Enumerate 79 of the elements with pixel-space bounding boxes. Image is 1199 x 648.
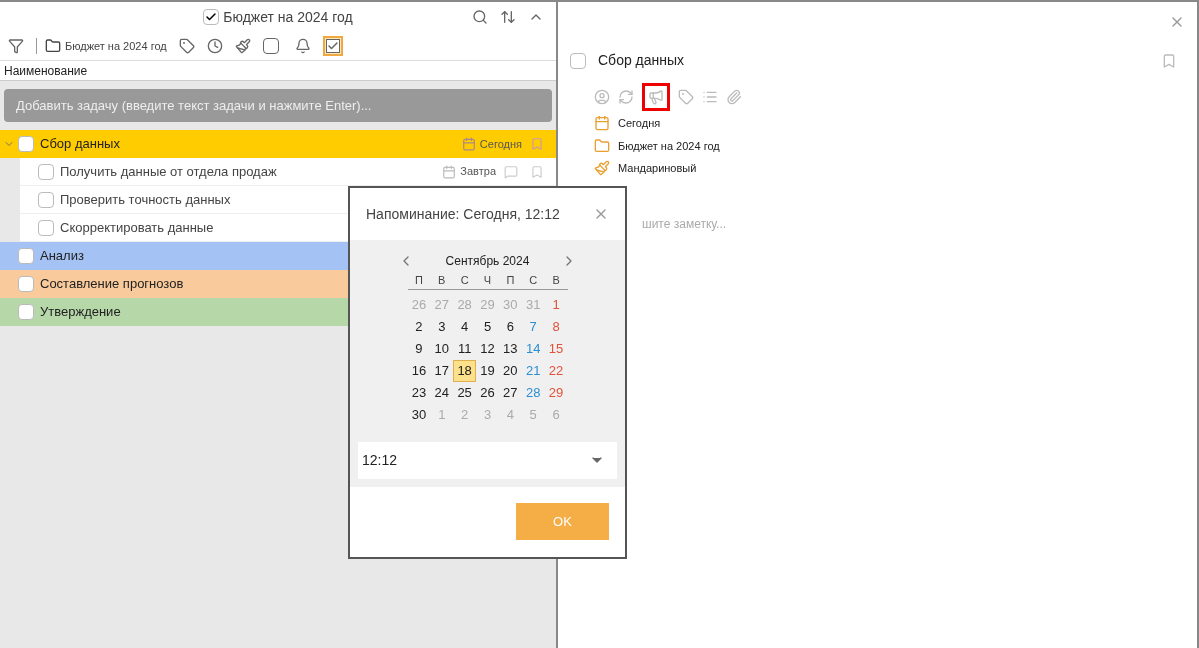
month-label: Сентябрь 2024: [445, 253, 530, 270]
repeat-icon[interactable]: [618, 89, 634, 105]
subtask-row[interactable]: Получить данные от отдела продаж Завтра: [20, 158, 556, 186]
calendar-day[interactable]: 25: [453, 381, 477, 404]
filter-icon[interactable]: [8, 38, 24, 54]
calendar-icon: [461, 137, 476, 151]
folder-icon: [45, 38, 61, 54]
checkbox[interactable]: [18, 136, 34, 152]
task-title: Сбор данных: [40, 135, 120, 154]
bell-icon[interactable]: [294, 38, 311, 54]
calendar-day[interactable]: 17: [430, 359, 454, 382]
calendar-icon: [442, 164, 457, 179]
comment-icon: [504, 164, 518, 179]
weekday-label: Ч: [482, 273, 493, 288]
calendar-day[interactable]: 27: [498, 381, 522, 404]
list-title: Бюджет на 2024 год: [223, 7, 353, 27]
calendar-day[interactable]: 20: [498, 359, 522, 382]
task-title: Утверждение: [40, 303, 121, 322]
calendar-day[interactable]: 30: [407, 403, 431, 426]
folder-dropdown[interactable]: Бюджет на 2024 год: [36, 37, 167, 55]
checkbox[interactable]: [18, 304, 34, 320]
brush-icon[interactable]: [234, 38, 251, 54]
weekday-label: С: [528, 273, 539, 288]
calendar-day[interactable]: 12: [476, 337, 499, 360]
calendar-day[interactable]: 16: [407, 359, 431, 382]
checkbox[interactable]: [203, 9, 220, 25]
calendar-day[interactable]: 19: [476, 359, 499, 382]
completed-filter-button[interactable]: [322, 36, 343, 56]
checkbox[interactable]: [38, 219, 54, 236]
checkbox[interactable]: [18, 248, 34, 264]
person-icon[interactable]: [594, 89, 610, 105]
calendar-day[interactable]: 10: [430, 337, 454, 360]
meta-text: Мандариновый: [618, 161, 697, 176]
calendar-day[interactable]: 23: [407, 381, 431, 404]
checkbox[interactable]: [38, 163, 54, 180]
sort-icon[interactable]: [500, 9, 516, 25]
task-title: Проверить точность данных: [60, 190, 231, 209]
meta-text: Бюджет на 2024 год: [618, 138, 720, 154]
task-title: Сбор данных: [598, 51, 686, 70]
task-title: Скорректировать данные: [60, 218, 214, 237]
brush-icon: [594, 160, 610, 177]
column-header: Наименование: [4, 62, 88, 80]
clock-icon[interactable]: [206, 38, 223, 54]
calendar-day[interactable]: 18: [453, 359, 477, 382]
bookmark-icon[interactable]: [1161, 52, 1177, 69]
weekday-label: П: [505, 273, 516, 288]
calendar-day[interactable]: 11: [453, 337, 477, 360]
search-icon[interactable]: [472, 9, 488, 25]
task-title: Анализ: [40, 247, 84, 266]
square-icon[interactable]: [262, 38, 279, 54]
checkbox[interactable]: [18, 276, 34, 292]
reminder-button[interactable]: [642, 83, 670, 111]
checkbox[interactable]: [38, 191, 54, 208]
weekday-label: В: [437, 273, 447, 288]
folder-icon: [594, 137, 610, 154]
bookmark-icon[interactable]: [530, 164, 544, 179]
due-date: Завтра: [460, 164, 496, 180]
calendar-day[interactable]: 13: [498, 337, 522, 360]
calendar-day[interactable]: 24: [430, 381, 454, 404]
checkmark-icon: [326, 40, 339, 52]
task-title: Составление прогнозов: [40, 275, 184, 294]
task-title: Получить данные от отдела продаж: [60, 162, 277, 181]
megaphone-icon: [648, 89, 664, 105]
add-task-field[interactable]: Добавить задачу (введите текст задачи и нажмите Enter)...: [4, 89, 552, 122]
calendar-icon: [594, 115, 610, 132]
task-row[interactable]: Сбор данных Сегодня: [0, 130, 556, 158]
tag-icon[interactable]: [178, 38, 195, 54]
calendar-day[interactable]: 26: [476, 381, 499, 404]
time-dropdown[interactable]: 12:12: [358, 441, 617, 479]
weekday-label: П: [413, 273, 424, 288]
weekday-label: С: [459, 273, 470, 288]
checkbox[interactable]: [570, 52, 586, 69]
bookmark-icon[interactable]: [530, 137, 544, 151]
checklist-icon[interactable]: [702, 89, 718, 105]
meta-text: Сегодня: [618, 116, 661, 131]
calendar-day[interactable]: 9: [407, 337, 431, 360]
checkmark-icon: [205, 11, 218, 23]
due-date: Сегодня: [479, 136, 522, 152]
paperclip-icon[interactable]: [726, 89, 742, 105]
